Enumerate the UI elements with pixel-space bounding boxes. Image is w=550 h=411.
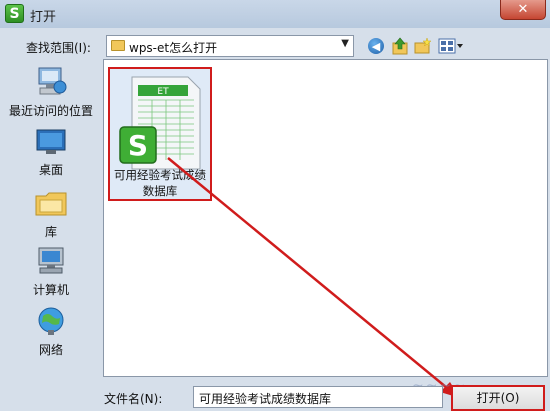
place-computer[interactable]: 计算机	[0, 246, 102, 298]
file-name-label: 文件名(N):	[104, 392, 163, 406]
file-item[interactable]: ET S 可用经验考试成绩 数据库	[108, 67, 212, 201]
network-icon	[38, 307, 64, 335]
file-name-label: 可用经验考试成绩 数据库	[110, 167, 210, 199]
up-folder-icon[interactable]	[392, 37, 408, 55]
computer-icon	[38, 247, 64, 274]
file-name-line: 可用经验考试成绩	[114, 168, 206, 182]
views-menu-icon[interactable]	[438, 37, 464, 55]
place-label: 计算机	[32, 283, 69, 297]
recent-places-icon	[38, 67, 67, 95]
place-label: 库	[44, 225, 57, 239]
chevron-down-icon[interactable]: ▼	[341, 38, 349, 49]
file-list[interactable]: ET S 可用经验考试成绩 数据库	[103, 59, 548, 377]
open-button[interactable]: 打开(O)	[451, 385, 545, 411]
file-name-line: 数据库	[142, 184, 178, 198]
new-folder-icon[interactable]	[414, 37, 432, 55]
places-bar: 最近访问的位置 桌面 库 计算机 网络	[0, 60, 102, 380]
place-label: 网络	[38, 343, 63, 357]
place-recent[interactable]: 最近访问的位置	[0, 65, 102, 119]
place-label: 桌面	[38, 163, 63, 177]
wps-app-icon: S	[5, 4, 24, 23]
place-desktop[interactable]: 桌面	[0, 128, 102, 178]
libraries-icon	[35, 192, 67, 216]
wps-s-logo: S	[128, 129, 148, 162]
close-button[interactable]: ✕	[500, 0, 546, 20]
desktop-icon	[36, 129, 66, 154]
back-icon[interactable]: ◀	[368, 38, 384, 54]
look-in-value: wps-et怎么打开	[129, 41, 218, 55]
place-network[interactable]: 网络	[0, 306, 102, 358]
et-spreadsheet-file-icon: ET S	[119, 76, 201, 170]
place-libraries[interactable]: 库	[0, 188, 102, 240]
file-name-input[interactable]: 可用经验考试成绩数据库	[193, 386, 443, 408]
look-in-dropdown[interactable]: wps-et怎么打开 ▼	[106, 35, 354, 57]
title-bar: S 打开 ✕	[0, 0, 550, 28]
window-title: 打开	[30, 10, 57, 25]
folder-icon	[111, 40, 125, 51]
look-in-label: 查找范围(I):	[26, 41, 91, 55]
place-label: 最近访问的位置	[8, 104, 93, 118]
et-badge: ET	[157, 87, 169, 97]
